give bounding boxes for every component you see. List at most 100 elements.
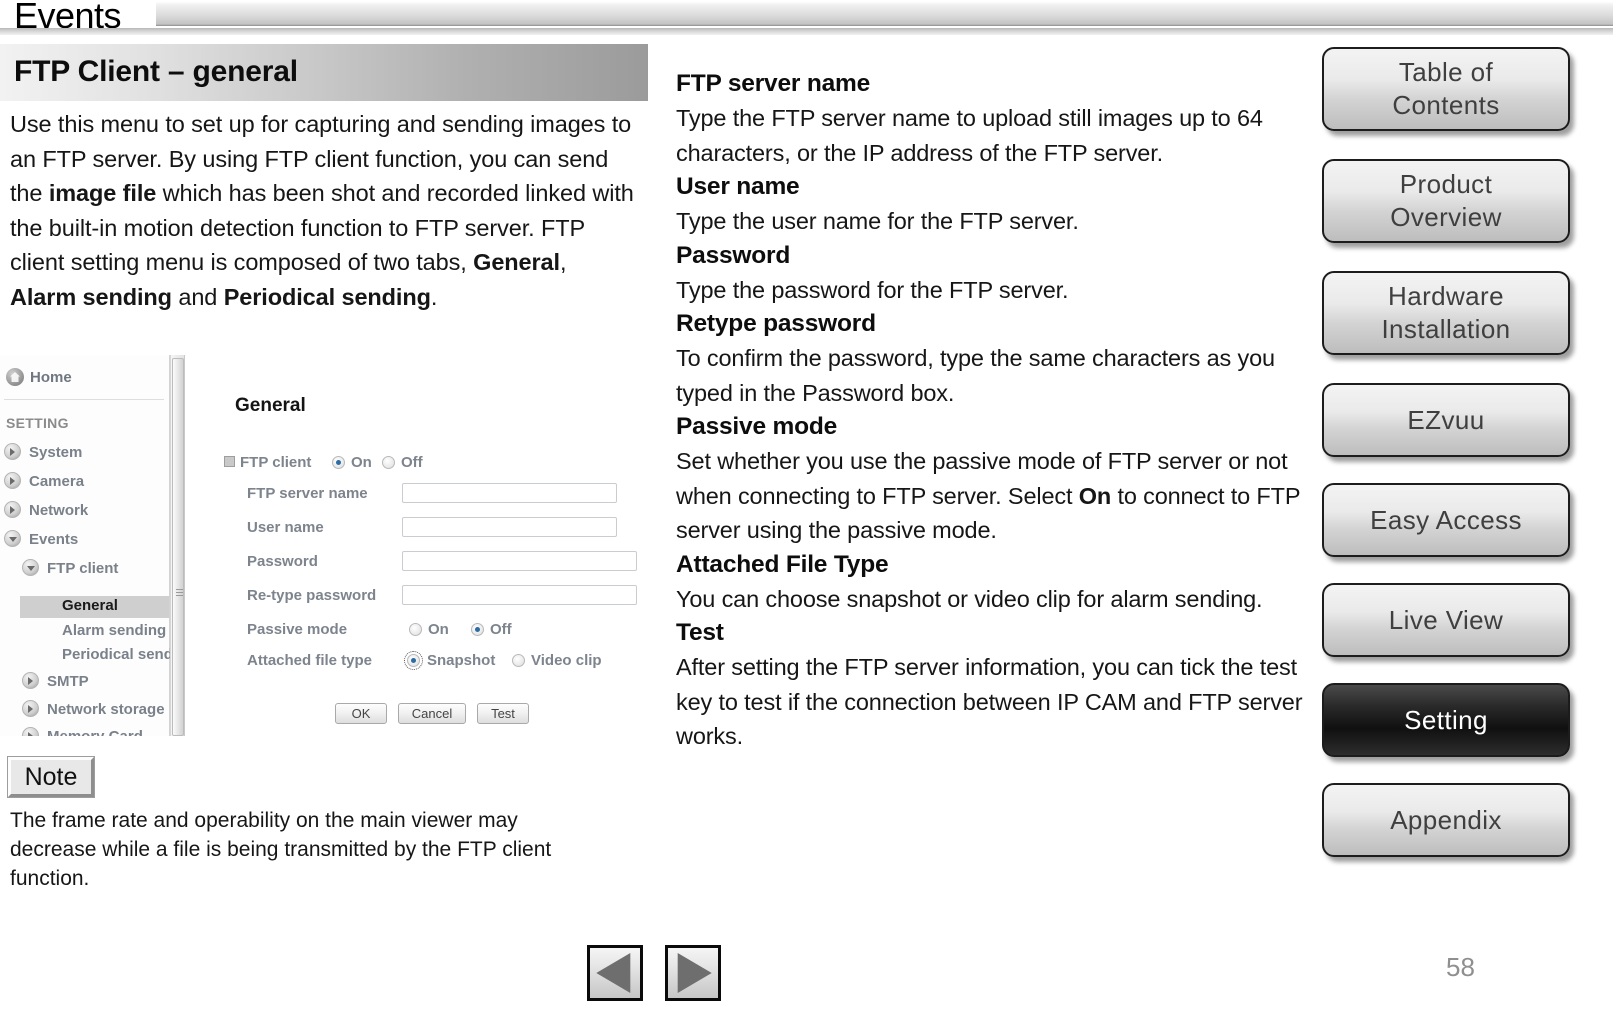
nav-button-table-of-contents[interactable]: Table of Contents: [1322, 47, 1570, 131]
heading-ftp-server-name: FTP server name: [676, 70, 871, 97]
sidebar-item-events[interactable]: Events: [0, 526, 170, 552]
intro-bold-alarm-sending: Alarm sending: [10, 283, 172, 310]
cancel-button[interactable]: Cancel: [398, 703, 466, 724]
ftp-client-on-radio[interactable]: [332, 456, 345, 469]
nav-button-appendix[interactable]: Appendix: [1322, 783, 1570, 857]
sidebar-divider: [4, 399, 164, 400]
sidebar-item-ftp-client-label: FTP client: [47, 560, 119, 577]
sidebar-item-general-label: General: [62, 597, 118, 614]
form-row-ftp-client: FTP client On Off: [224, 450, 644, 476]
sidebar-scrollbar[interactable]: [170, 355, 185, 736]
nav-button-ezvuu[interactable]: EZvuu: [1322, 383, 1570, 457]
body-passive-mode-bold-on: On: [1078, 482, 1112, 509]
sidebar-item-camera-label: Camera: [29, 473, 85, 490]
sidebar-item-ftp-client[interactable]: FTP client: [0, 555, 170, 581]
chevron-right-icon: [4, 443, 21, 460]
nav-button-easy-access[interactable]: Easy Access: [1322, 483, 1570, 557]
right-nav-panel: Table of Contents Product Overview Hardw…: [1322, 47, 1574, 857]
chevron-right-icon: [22, 700, 39, 717]
attached-video-clip-radio[interactable]: [512, 654, 525, 667]
ftp-client-label: FTP client: [240, 454, 312, 471]
passive-mode-on-label: On: [428, 621, 449, 638]
intro-paragraph: Use this menu to set up for capturing an…: [10, 107, 636, 314]
intro-text-3: ,: [559, 249, 567, 275]
sidebar-item-system-label: System: [29, 444, 83, 461]
nav-label-line1: Live View: [1388, 604, 1504, 635]
triangle-left-icon: [596, 953, 631, 993]
sidebar-item-network-storage-label: Network storage: [47, 701, 165, 718]
nav-button-hardware-installation[interactable]: Hardware Installation: [1322, 271, 1570, 355]
form-row-retype-password: Re-type password: [235, 583, 652, 609]
chevron-down-icon: [22, 559, 39, 576]
sidebar-item-network-storage[interactable]: Network storage: [0, 696, 170, 722]
ftp-client-off-radio[interactable]: [382, 456, 395, 469]
ftp-client-checkbox[interactable]: [224, 456, 235, 467]
attached-snapshot-label: Snapshot: [427, 652, 496, 669]
sidebar-item-memory-card-label: Memory Card: [47, 728, 143, 736]
chevron-right-icon: [22, 727, 39, 736]
sidebar-item-network-label: Network: [29, 502, 89, 519]
ftp-server-name-input[interactable]: [402, 483, 617, 503]
attached-video-clip-label: Video clip: [531, 652, 602, 669]
password-label: Password: [247, 553, 318, 570]
intro-text-4: and: [171, 283, 224, 310]
nav-button-live-view[interactable]: Live View: [1322, 583, 1570, 657]
sidebar-item-smtp[interactable]: SMTP: [0, 668, 170, 694]
chevron-down-icon: [4, 530, 21, 547]
nav-label-line1: Appendix: [1390, 804, 1502, 835]
form-title: General: [235, 395, 306, 416]
section-banner-title: FTP Client – general: [14, 55, 298, 88]
heading-passive-mode: Passive mode: [676, 413, 838, 440]
embedded-app-screenshot: Home SETTING System Camera Network Event…: [0, 355, 652, 736]
password-input[interactable]: [402, 551, 637, 571]
body-ftp-server-name: Type the FTP server name to upload still…: [676, 105, 1263, 166]
sidebar-item-system[interactable]: System: [0, 439, 170, 465]
nav-label-line1: Hardware: [1388, 281, 1504, 311]
retype-password-label: Re-type password: [247, 587, 377, 604]
app-form-panel: General FTP client On Off FTP server nam…: [190, 355, 652, 736]
nav-label-line1: EZvuu: [1407, 404, 1485, 435]
sidebar-item-home[interactable]: Home: [0, 361, 170, 395]
form-row-user-name: User name: [235, 515, 652, 541]
note-badge: Note: [8, 757, 94, 797]
sidebar-item-network[interactable]: Network: [0, 497, 170, 523]
heading-retype-password: Retype password: [676, 310, 876, 337]
sidebar-group-setting: SETTING: [6, 415, 69, 431]
sidebar-item-memory-card[interactable]: Memory Card: [0, 723, 170, 736]
scrollbar-thumb[interactable]: [172, 358, 184, 736]
nav-label-line2: Overview: [1390, 202, 1502, 232]
sidebar-item-smtp-label: SMTP: [47, 673, 89, 690]
intro-bold-general: General: [473, 249, 560, 275]
scrollbar-grip-icon: [176, 589, 183, 596]
user-name-input[interactable]: [402, 517, 617, 537]
sidebar-item-periodical-sending[interactable]: Periodical send: [0, 643, 173, 669]
chevron-right-icon: [22, 672, 39, 689]
chevron-right-icon: [4, 472, 21, 489]
ok-button[interactable]: OK: [335, 703, 387, 724]
sidebar-item-camera[interactable]: Camera: [0, 468, 170, 494]
nav-button-setting[interactable]: Setting: [1322, 683, 1570, 757]
ftp-client-on-label: On: [351, 454, 372, 471]
passive-mode-off-radio[interactable]: [471, 623, 484, 636]
body-test: After setting the FTP server information…: [676, 654, 1303, 749]
body-passive-mode: Set whether you use the passive mode of …: [676, 444, 1306, 548]
ftp-server-name-label: FTP server name: [247, 485, 368, 502]
section-banner: FTP Client – general: [0, 44, 648, 101]
passive-mode-off-label: Off: [490, 621, 512, 638]
app-sidebar: Home SETTING System Camera Network Event…: [0, 355, 173, 736]
form-row-ftp-server-name: FTP server name: [235, 481, 652, 507]
next-page-button[interactable]: [665, 945, 721, 1001]
previous-page-button[interactable]: [587, 945, 643, 1001]
retype-password-input[interactable]: [402, 585, 637, 605]
nav-label-line2: Installation: [1381, 314, 1511, 344]
nav-button-product-overview[interactable]: Product Overview: [1322, 159, 1570, 243]
ftp-client-off-label: Off: [401, 454, 423, 471]
sidebar-item-general[interactable]: General: [0, 594, 170, 620]
test-button[interactable]: Test: [477, 703, 529, 724]
sidebar-item-alarm-sending[interactable]: Alarm sending: [0, 619, 170, 645]
intro-bold-image-file: image file: [48, 180, 157, 206]
header-divider: [0, 28, 1613, 35]
nav-label-line2: Contents: [1392, 90, 1500, 120]
passive-mode-on-radio[interactable]: [409, 623, 422, 636]
attached-snapshot-radio[interactable]: [404, 651, 423, 670]
